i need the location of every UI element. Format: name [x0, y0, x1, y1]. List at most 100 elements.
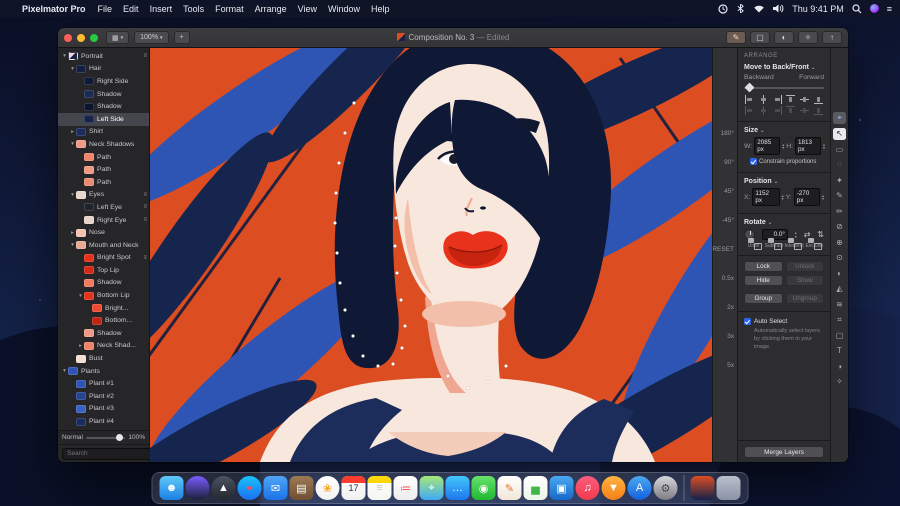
- unite-button[interactable]: Unite: [744, 243, 763, 249]
- disclosure-triangle[interactable]: ▾: [61, 368, 68, 374]
- magic-wand-tool[interactable]: ✦: [833, 174, 846, 186]
- disclosure-triangle[interactable]: ▾: [69, 66, 76, 72]
- angle-stepper[interactable]: ▴▾: [795, 231, 797, 238]
- y-field[interactable]: -270 px: [794, 188, 820, 206]
- freehand-select-tool[interactable]: ◌: [833, 159, 846, 171]
- layer-row[interactable]: Right Side: [58, 75, 149, 88]
- width-stepper[interactable]: ▴▾: [782, 143, 784, 150]
- layer-row[interactable]: Bright...: [58, 302, 149, 315]
- group-button[interactable]: Group: [744, 293, 783, 304]
- trash-icon[interactable]: [717, 476, 741, 500]
- numbers-icon[interactable]: ▅: [524, 476, 548, 500]
- distribute-left-icon[interactable]: [745, 106, 754, 115]
- effects-tool[interactable]: ✧: [833, 376, 846, 388]
- layer-row[interactable]: Left Side: [58, 113, 149, 126]
- distribute-hcenter-icon[interactable]: [759, 106, 768, 115]
- add-button[interactable]: +: [174, 31, 190, 44]
- keynote-icon[interactable]: ▣: [550, 476, 574, 500]
- layer-row[interactable]: ▸Shirt: [58, 126, 149, 139]
- layer-row[interactable]: Plant #2: [58, 390, 149, 403]
- layer-row[interactable]: ▾Mouth and Neck: [58, 239, 149, 252]
- safari-icon[interactable]: ✦: [238, 476, 262, 500]
- disclosure-triangle[interactable]: ▾: [69, 141, 76, 147]
- pages-icon[interactable]: ✎: [498, 476, 522, 500]
- canvas[interactable]: [150, 48, 712, 462]
- layer-row[interactable]: Shadow: [58, 100, 149, 113]
- distribute-bottom-icon[interactable]: [814, 106, 823, 115]
- move-section-title[interactable]: Move to Back/Front ⌄: [744, 64, 824, 71]
- lock-button[interactable]: Lock: [744, 261, 783, 272]
- intersect-button[interactable]: Intersect: [785, 243, 804, 249]
- layer-row[interactable]: Plant #3: [58, 403, 149, 416]
- position-section-title[interactable]: Position ⌄: [744, 178, 824, 185]
- layer-row[interactable]: Top Lip: [58, 264, 149, 277]
- y-stepper[interactable]: ▴▾: [822, 194, 824, 201]
- angle-field[interactable]: 0.0°: [762, 229, 788, 240]
- opacity-slider-knob[interactable]: [116, 434, 123, 441]
- ungroup-button[interactable]: Ungroup: [786, 293, 825, 304]
- disclosure-triangle[interactable]: ▾: [69, 192, 76, 198]
- color-adjustments-button[interactable]: ◐: [774, 31, 794, 44]
- depth-slider[interactable]: [744, 87, 824, 89]
- disclosure-triangle[interactable]: ▸: [69, 230, 76, 236]
- launchpad-icon[interactable]: ▲: [212, 476, 236, 500]
- show-button[interactable]: Show: [786, 275, 825, 286]
- rect-select-tool[interactable]: ▭: [833, 143, 846, 155]
- x-field[interactable]: 1152 px: [752, 188, 779, 206]
- layer-row[interactable]: Shadow: [58, 277, 149, 290]
- facetime-icon[interactable]: ◉: [472, 476, 496, 500]
- effects-button[interactable]: ✧: [798, 31, 818, 44]
- color-adjustments-tool[interactable]: ◑: [833, 360, 846, 372]
- spotlight-icon[interactable]: [852, 4, 862, 14]
- layer-row[interactable]: ▾Hair: [58, 63, 149, 76]
- menu-window[interactable]: Window: [328, 4, 360, 14]
- layer-row[interactable]: Bottom...: [58, 314, 149, 327]
- app-store-icon[interactable]: A: [628, 476, 652, 500]
- finder-icon[interactable]: ☻: [160, 476, 184, 500]
- layer-row[interactable]: Path: [58, 176, 149, 189]
- auto-select-checkbox[interactable]: [744, 318, 751, 325]
- wifi-icon[interactable]: [753, 4, 765, 13]
- itunes-icon[interactable]: ♫: [576, 476, 600, 500]
- fullscreen-window-button[interactable]: [90, 34, 98, 42]
- exclude-button[interactable]: Exclude: [805, 243, 824, 249]
- calendar-icon[interactable]: 17: [342, 476, 366, 500]
- layer-row[interactable]: ▾Eyes≡: [58, 189, 149, 202]
- title-bar[interactable]: ▦▾ 100%▾ + Composition No. 3 — Edited ✎▢…: [58, 28, 848, 48]
- disclosure-triangle[interactable]: ▸: [69, 129, 76, 135]
- disclosure-triangle[interactable]: ▾: [77, 293, 84, 299]
- subtract-button[interactable]: Subtract: [764, 243, 783, 249]
- document-thumbnail-icon[interactable]: [691, 476, 715, 500]
- layer-row[interactable]: ▾Bottom Lip: [58, 289, 149, 302]
- blur-tool[interactable]: ◐: [833, 267, 846, 279]
- crop-tool[interactable]: ⌗: [833, 314, 846, 326]
- minimize-window-button[interactable]: [77, 34, 85, 42]
- x-stepper[interactable]: ▴▾: [782, 194, 784, 201]
- status-bluetooth-icon[interactable]: [736, 4, 745, 13]
- contacts-icon[interactable]: ▤: [290, 476, 314, 500]
- layer-row[interactable]: Right Eye≡: [58, 214, 149, 227]
- blend-mode-select[interactable]: Normal: [62, 434, 83, 441]
- menu-view[interactable]: View: [298, 4, 317, 14]
- distribute-top-icon[interactable]: [786, 106, 795, 115]
- layer-row[interactable]: ▾Plants: [58, 365, 149, 378]
- pencil-tool[interactable]: ✏: [833, 205, 846, 217]
- layer-row[interactable]: Shadow: [58, 327, 149, 340]
- distribute-right-icon[interactable]: [773, 106, 782, 115]
- view-options-button[interactable]: ▦▾: [106, 31, 129, 44]
- layer-row[interactable]: Bust: [58, 352, 149, 365]
- align-top-icon[interactable]: [786, 95, 795, 104]
- layer-row[interactable]: ▸Neck Shad...: [58, 340, 149, 353]
- layer-row[interactable]: ▾Neck Shadows: [58, 138, 149, 151]
- hide-button[interactable]: Hide: [744, 275, 783, 286]
- menu-file[interactable]: File: [98, 4, 113, 14]
- disclosure-triangle[interactable]: ▾: [69, 242, 76, 248]
- layer-row[interactable]: ▾Portrait≡: [58, 50, 149, 63]
- menu-insert[interactable]: Insert: [150, 4, 173, 14]
- layer-row[interactable]: Shadow: [58, 88, 149, 101]
- layer-row[interactable]: Left Eye≡: [58, 201, 149, 214]
- height-stepper[interactable]: ▴▾: [823, 143, 825, 150]
- notes-icon[interactable]: ≡: [368, 476, 392, 500]
- zoom-level-button[interactable]: 100%▾: [134, 31, 168, 44]
- heal-tool[interactable]: ⊕: [833, 236, 846, 248]
